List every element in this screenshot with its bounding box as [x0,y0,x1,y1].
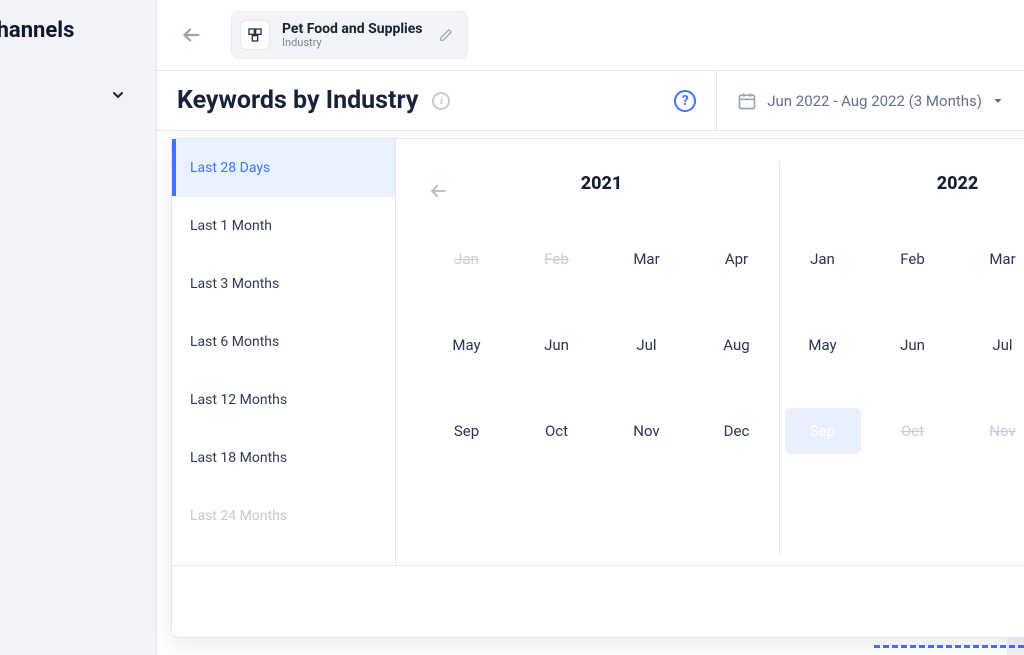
month-cell: Jan [429,236,505,282]
year-label: 2022 [937,173,979,194]
month-cell[interactable]: Mar [965,236,1024,282]
month-cell[interactable]: Sep [429,408,505,454]
sidebar-section-title: on Channels [0,0,156,43]
page-header: Keywords by Industry i ? Jun 2022 - Aug … [157,71,1024,131]
date-range-picker: Last 28 DaysLast 1 MonthLast 3 MonthsLas… [171,138,1024,638]
preset-option[interactable]: Last 28 Days [172,139,395,197]
month-cell: Oct [875,408,951,454]
month-cell[interactable]: Feb [875,236,951,282]
sidebar-sub-item[interactable]: or [0,145,156,161]
month-cell[interactable]: Jun [519,322,595,368]
preset-list: Last 28 DaysLast 1 MonthLast 3 MonthsLas… [172,139,396,565]
sidebar-sub-item[interactable]: ys [0,439,156,455]
month-cell[interactable]: Sep [785,408,861,454]
calendar-panels: 2021JanFebMarAprMayJunJulAugSepOctNovDec… [396,139,1024,565]
month-grid: JanFebMarAprMayJunJulAugSepOctNovDec [785,236,1024,454]
chip-name: Pet Food and Supplies [282,21,423,37]
sidebar-sub-items: or e ea by ys c at [0,145,156,579]
month-cell[interactable]: Nov [609,408,685,454]
preset-option[interactable]: Last 18 Months [172,429,395,487]
date-range-label: Jun 2022 - Aug 2022 (3 Months) [767,92,982,110]
month-cell[interactable]: Jun [875,322,951,368]
prev-year-button[interactable] [424,177,452,205]
industry-icon [240,20,270,50]
month-cell[interactable]: Apr [699,236,775,282]
sidebar-sub-item[interactable]: e [0,253,156,269]
month-cell[interactable]: Jan [785,236,861,282]
preset-option[interactable]: Last 3 Months [172,255,395,313]
page-title: Keywords by Industry [177,86,418,115]
dashed-border [874,645,1024,655]
month-cell: Nov [965,408,1024,454]
month-cell[interactable]: Jul [609,322,685,368]
month-cell[interactable]: Oct [519,408,595,454]
month-cell: Feb [519,236,595,282]
help-icon[interactable]: ? [674,90,696,112]
industry-filter-chip[interactable]: Pet Food and Supplies Industry [231,11,468,59]
month-cell[interactable]: May [429,322,505,368]
topbar: Pet Food and Supplies Industry [157,0,1024,71]
preset-option[interactable]: Last 12 Months [172,371,395,429]
preset-option[interactable]: Last 1 Month [172,197,395,255]
info-icon[interactable]: i [432,92,450,110]
year-column: 2022JanFebMarAprMayJunJulAugSepOctNovDec [779,161,1024,555]
month-cell[interactable]: Jul [965,322,1024,368]
month-grid: Jan Feb Mar Apr May Jun Jul Aug Sep Oct Nov Dec [429,236,775,454]
left-sidebar: on Channels or e ea by ys c at [0,0,157,655]
month-cell[interactable]: Aug [699,322,775,368]
sidebar-sub-item[interactable]: ea [0,315,156,331]
chip-subtitle: Industry [282,37,423,50]
chevron-down-icon [992,95,1004,107]
sidebar-sub-item[interactable]: by [0,377,156,393]
pencil-icon[interactable] [439,28,453,42]
sidebar-sub-item[interactable]: at [0,563,156,579]
picker-footer: Apply [172,565,1024,637]
calendar-icon [737,91,757,111]
main-region: Pet Food and Supplies Industry Keywords … [157,0,1024,655]
month-cell[interactable]: May [785,322,861,368]
month-cell[interactable]: Mar [609,236,685,282]
month-cell[interactable]: Dec [699,408,775,454]
year-label: 2021 [581,173,623,194]
date-range-selector[interactable]: Jun 2022 - Aug 2022 (3 Months) [716,71,1004,131]
back-button[interactable] [177,21,205,49]
sidebar-sub-item[interactable]: c [0,501,156,517]
year-column: 2021 Jan Feb Mar Apr May Jun Jul Aug Sep Oct Nov Dec [424,161,779,555]
preset-option[interactable]: Last 6 Months [172,313,395,371]
preset-option: Last 24 Months [172,487,395,545]
chevron-down-icon[interactable] [110,87,126,103]
